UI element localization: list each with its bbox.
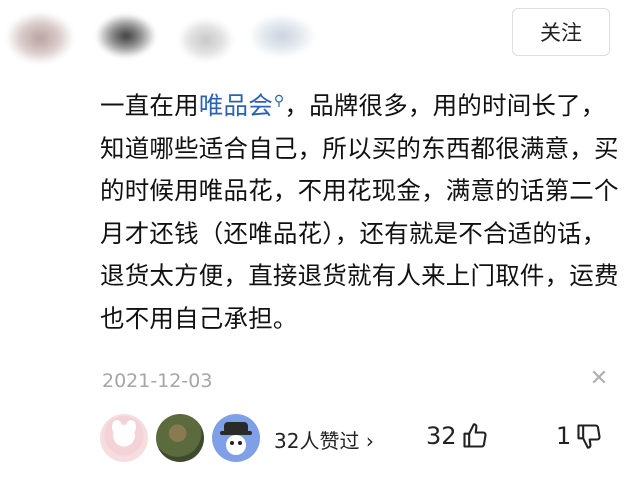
brand-link[interactable]: 唯品会⚲ — [199, 91, 285, 120]
brand-link-label: 唯品会 — [198, 91, 273, 121]
comment-text-before: 一直在用 — [100, 91, 199, 121]
search-icon: ⚲ — [273, 93, 285, 109]
likes-bar: 32人赞过 › 32 1 — [100, 414, 640, 464]
comment-text: 一直在用唯品会⚲，品牌很多，用的时间长了，知道哪些适合自己，所以买的东西都很满意… — [100, 80, 620, 340]
liker-avatar[interactable] — [156, 414, 204, 462]
chevron-right-icon: › — [365, 429, 374, 453]
dislike-button[interactable]: 1 — [556, 422, 603, 450]
comment-text-after: ，品牌很多，用的时间长了，知道哪些适合自己，所以买的东西都很满意，买的时候用唯品… — [100, 91, 619, 333]
dislike-count: 1 — [556, 422, 572, 450]
liked-by-link[interactable]: 32人赞过 › — [274, 425, 374, 454]
comment-header: 关注 — [0, 0, 640, 80]
avatar-eye — [238, 441, 242, 445]
liker-avatar[interactable] — [212, 414, 260, 462]
avatar-ear — [126, 420, 136, 434]
liker-avatar[interactable] — [100, 414, 148, 462]
avatar-face — [226, 435, 246, 455]
avatar-eye — [230, 441, 234, 445]
blurred-user-info — [0, 4, 330, 76]
like-count: 32 — [426, 422, 457, 450]
follow-button[interactable]: 关注 — [512, 8, 610, 56]
thumbs-down-icon — [577, 424, 601, 449]
avatar-ear — [112, 420, 122, 434]
thumbs-up-icon — [462, 423, 487, 448]
comment-date: 2021-12-03 — [102, 370, 213, 392]
liked-by-label: 32人赞过 — [274, 429, 360, 453]
close-icon[interactable]: ✕ — [588, 368, 610, 390]
like-button[interactable]: 32 — [426, 422, 489, 450]
